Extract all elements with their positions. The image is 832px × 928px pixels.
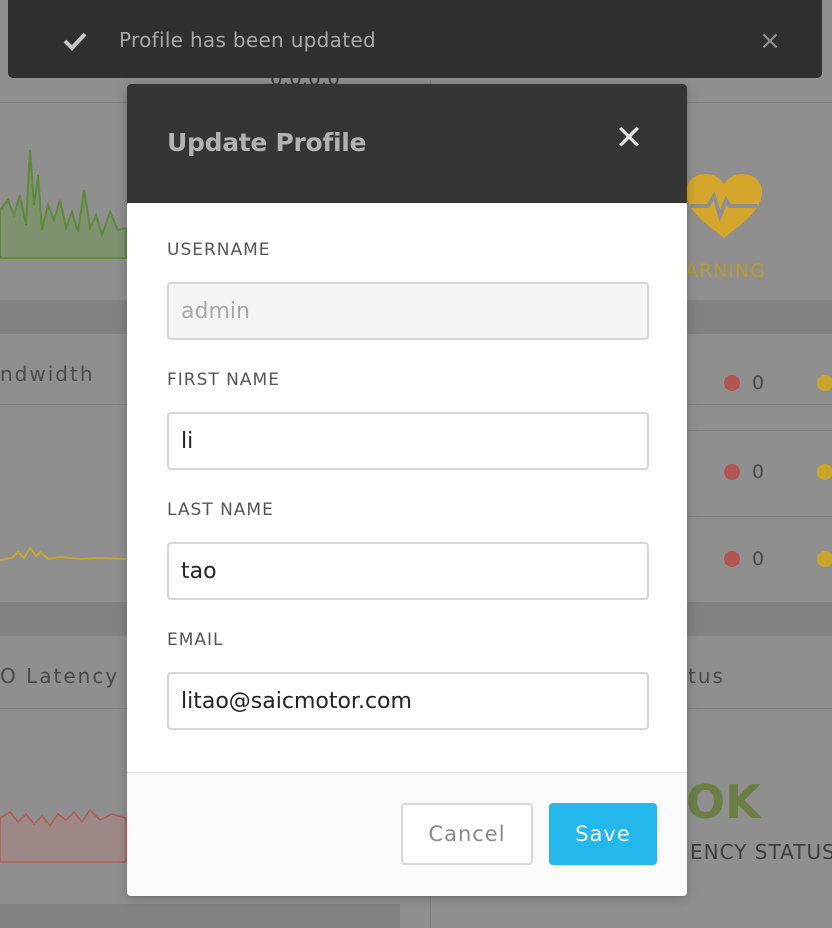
warning-dot	[817, 551, 832, 567]
error-dot	[724, 375, 740, 391]
close-icon[interactable]: ✕	[611, 120, 647, 156]
modal-footer: Cancel Save	[127, 772, 687, 896]
warning-dot	[817, 375, 832, 391]
bandwidth-label: ndwidth	[0, 362, 95, 386]
first-name-field[interactable]	[167, 412, 649, 470]
traffic-sparkline	[0, 149, 127, 259]
latency-label: O Latency	[0, 664, 120, 688]
modal-header: Update Profile ✕	[127, 84, 687, 203]
error-count: 0	[752, 372, 765, 394]
heart-pulse-icon	[686, 174, 762, 238]
modal-title: Update Profile	[167, 128, 367, 157]
error-count: 0	[752, 461, 765, 483]
error-count: 0	[752, 548, 765, 570]
update-profile-modal: Update Profile ✕ USERNAME FIRST NAME LAS…	[127, 84, 687, 896]
toast-message: Profile has been updated	[119, 28, 376, 52]
last-name-field[interactable]	[167, 542, 649, 600]
check-icon	[63, 32, 87, 51]
error-dot	[724, 464, 740, 480]
status-label: tus	[688, 664, 725, 688]
latency-status-label: ENCY STATUS	[690, 840, 832, 864]
email-label: EMAIL	[167, 630, 224, 650]
close-icon[interactable]: ×	[752, 24, 788, 58]
bandwidth-sparkline	[0, 546, 127, 561]
warning-status-label: ARNING	[685, 260, 766, 282]
last-name-label: LAST NAME	[167, 500, 274, 520]
latency-sparkline	[0, 808, 127, 863]
first-name-label: FIRST NAME	[167, 370, 280, 390]
save-button[interactable]: Save	[549, 803, 657, 865]
error-dot	[724, 551, 740, 567]
success-toast: Profile has been updated ×	[8, 0, 822, 78]
cancel-button[interactable]: Cancel	[401, 803, 533, 865]
username-field[interactable]	[167, 282, 649, 340]
ok-status-label: OK	[686, 775, 761, 829]
warning-dot	[817, 464, 832, 480]
email-field[interactable]	[167, 672, 649, 730]
username-label: USERNAME	[167, 240, 271, 260]
